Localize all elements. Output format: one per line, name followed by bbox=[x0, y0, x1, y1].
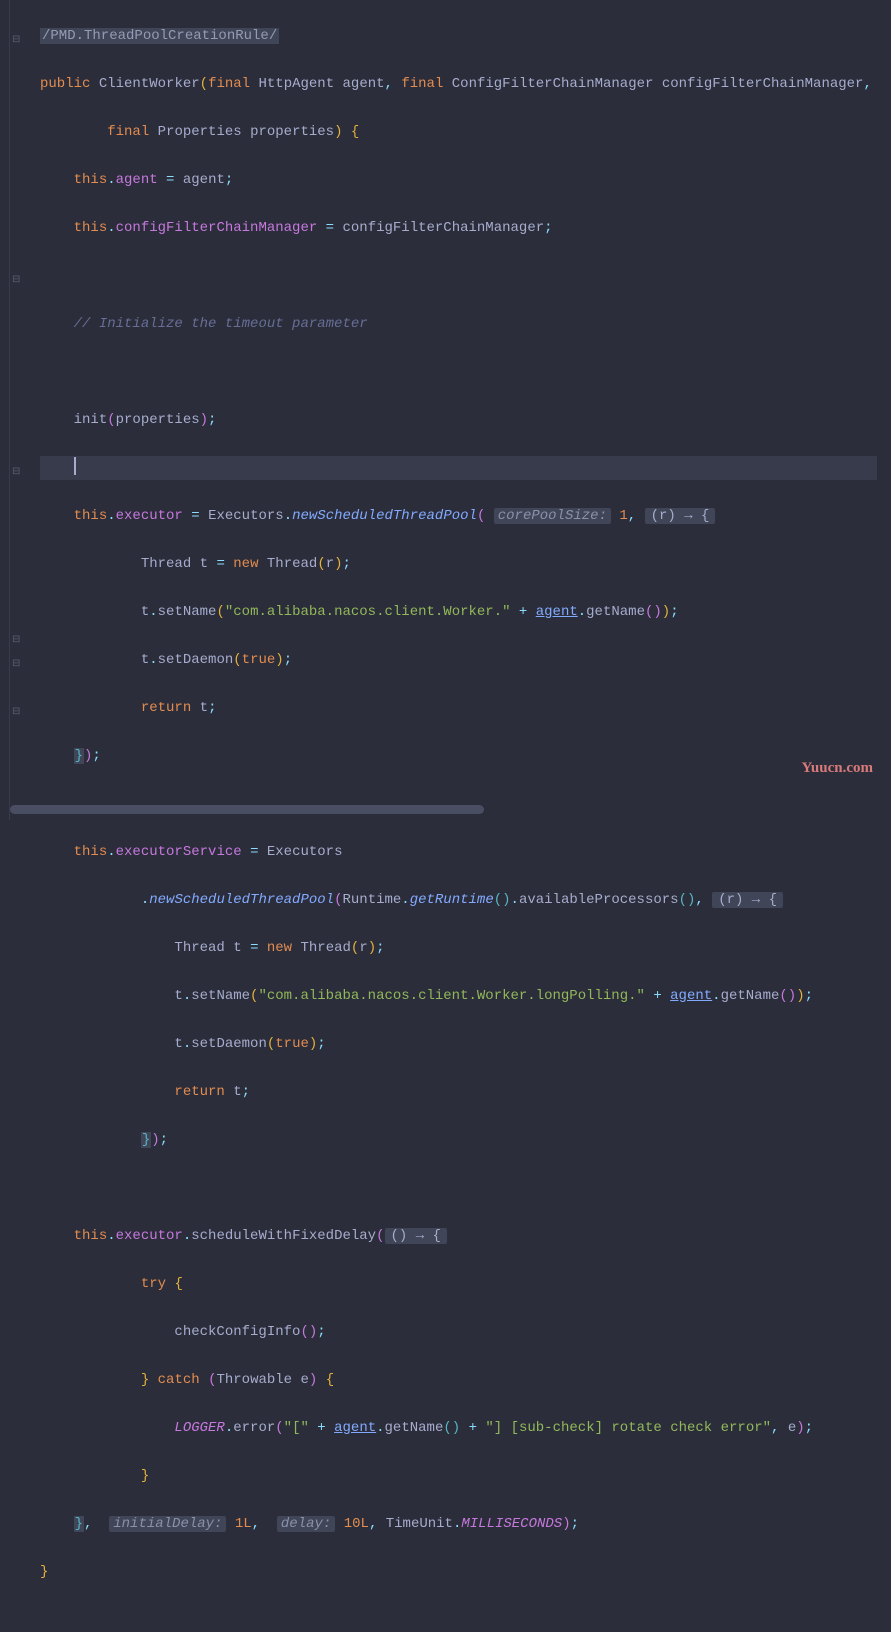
code-line[interactable]: this.configFilterChainManager = configFi… bbox=[40, 216, 891, 240]
code-line[interactable]: final Properties properties) { bbox=[40, 120, 891, 144]
code-line[interactable]: } bbox=[40, 1560, 891, 1584]
code-line[interactable]: public ClientWorker(final HttpAgent agen… bbox=[40, 72, 891, 96]
code-line[interactable]: return t; bbox=[40, 696, 891, 720]
code-line[interactable]: init(properties); bbox=[40, 408, 891, 432]
code-line[interactable]: this.executorService = Executors bbox=[40, 840, 891, 864]
fold-marker[interactable]: ⊟ bbox=[12, 629, 20, 653]
code-line[interactable]: }, initialDelay: 1L, delay: 10L, TimeUni… bbox=[40, 1512, 891, 1536]
code-line[interactable]: // Initialize the timeout parameter bbox=[40, 312, 891, 336]
fold-marker[interactable]: ⊟ bbox=[12, 29, 20, 53]
code-line[interactable]: this.executor.scheduleWithFixedDelay(() … bbox=[40, 1224, 891, 1248]
code-line[interactable]: }); bbox=[40, 744, 891, 768]
code-line[interactable]: try { bbox=[40, 1272, 891, 1296]
code-line[interactable] bbox=[40, 1176, 891, 1200]
cursor bbox=[74, 457, 76, 475]
fold-marker[interactable]: ⊟ bbox=[12, 701, 20, 725]
code-line[interactable]: this.agent = agent; bbox=[40, 168, 891, 192]
code-line[interactable]: t.setDaemon(true); bbox=[40, 1032, 891, 1056]
code-line[interactable]: checkConfigInfo(); bbox=[40, 1320, 891, 1344]
code-line[interactable]: t.setDaemon(true); bbox=[40, 648, 891, 672]
code-line[interactable]: LOGGER.error("[" + agent.getName() + "] … bbox=[40, 1416, 891, 1440]
code-line-current[interactable] bbox=[40, 456, 891, 480]
code-line[interactable]: }); bbox=[40, 1128, 891, 1152]
code-line[interactable]: } bbox=[40, 1464, 891, 1488]
scrollbar-thumb[interactable] bbox=[10, 805, 484, 814]
fold-marker[interactable]: ⊟ bbox=[12, 653, 20, 677]
code-line[interactable]: Thread t = new Thread(r); bbox=[40, 936, 891, 960]
code-line[interactable]: .newScheduledThreadPool(Runtime.getRunti… bbox=[40, 888, 891, 912]
code-line[interactable] bbox=[40, 264, 891, 288]
code-line[interactable]: /PMD.ThreadPoolCreationRule/ bbox=[40, 24, 891, 48]
watermark: Yuucn.com bbox=[801, 756, 873, 780]
code-line[interactable]: t.setName("com.alibaba.nacos.client.Work… bbox=[40, 600, 891, 624]
code-line[interactable]: this.executor = Executors.newScheduledTh… bbox=[40, 504, 891, 528]
code-line[interactable]: Thread t = new Thread(r); bbox=[40, 552, 891, 576]
fold-marker[interactable]: ⊟ bbox=[12, 269, 20, 293]
fold-marker[interactable]: ⊟ bbox=[12, 461, 20, 485]
code-editor[interactable]: ⊟ ⊟ ⊟ ⊟ ⊟ ⊟ /PMD.ThreadPoolCreationRule/… bbox=[0, 0, 891, 820]
annotation: /PMD.ThreadPoolCreationRule/ bbox=[40, 28, 279, 44]
code-line[interactable]: t.setName("com.alibaba.nacos.client.Work… bbox=[40, 984, 891, 1008]
fold-gutter[interactable]: ⊟ ⊟ ⊟ ⊟ ⊟ ⊟ bbox=[10, 0, 24, 820]
horizontal-scrollbar[interactable] bbox=[10, 805, 871, 817]
code-line[interactable]: } catch (Throwable e) { bbox=[40, 1368, 891, 1392]
code-area[interactable]: /PMD.ThreadPoolCreationRule/ public Clie… bbox=[24, 0, 891, 820]
code-line[interactable] bbox=[40, 360, 891, 384]
right-margin bbox=[877, 0, 891, 820]
gutter bbox=[0, 0, 10, 820]
code-line[interactable]: return t; bbox=[40, 1080, 891, 1104]
